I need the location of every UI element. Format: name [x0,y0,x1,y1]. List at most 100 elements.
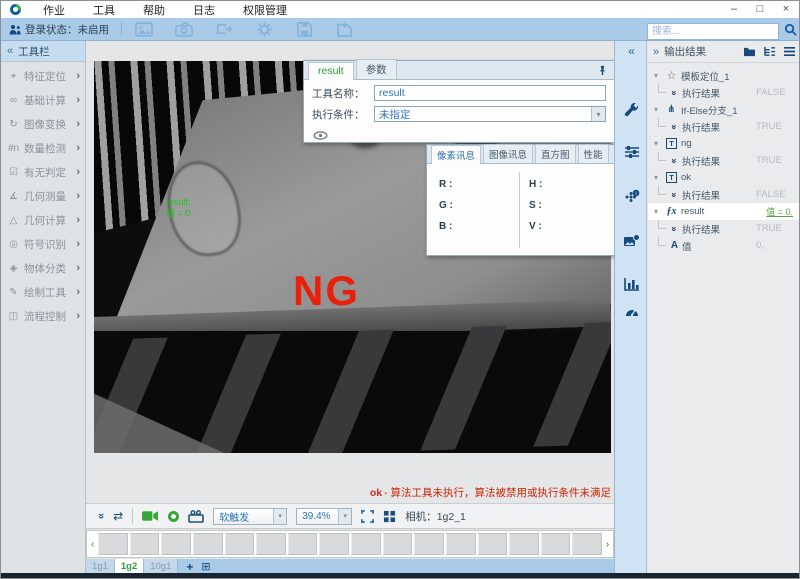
tree-node-If-Else分支_1[interactable]: ▾⋔If-Else分支_1 [648,101,800,118]
frame-thumbnail[interactable] [509,533,539,555]
add-flow-button[interactable]: + [178,559,201,574]
save-as-icon [334,21,354,37]
frame-thumbnail[interactable] [414,533,444,555]
menu-item-2[interactable]: 帮助 [143,2,165,18]
menu-item-4[interactable]: 权限管理 [243,2,287,18]
frame-thumbnail[interactable] [225,533,255,555]
menu-item-1[interactable]: 工具 [93,2,115,18]
tree-node-ng[interactable]: ▾Tng [648,135,800,152]
menu-item-3[interactable]: 日志 [193,2,215,18]
sidebar-item-basic-calc[interactable]: ∞基础计算› [1,88,85,112]
tree-view-icon[interactable] [763,46,776,57]
frame-thumbnail[interactable] [288,533,318,555]
sidebar-item-count-detect[interactable]: #n数量检测› [1,136,85,160]
frame-thumbnail[interactable] [98,533,128,555]
tree-node-模板定位_1[interactable]: ▾☆模板定位_1 [648,67,800,84]
bar-chart-icon[interactable] [615,277,648,291]
close-button[interactable]: × [779,4,793,15]
tab-image-info[interactable]: 图像讯息 [483,144,533,163]
caret-down-icon[interactable]: ▾ [654,173,664,182]
sidebar-item-object-classify[interactable]: ◈物体分类› [1,256,85,280]
tree-child-执行结果[interactable]: »执行结果FALSE [648,84,800,101]
caret-down-icon[interactable]: ▾ [654,207,664,216]
minimize-button[interactable]: – [727,4,741,15]
wrench-icon[interactable] [615,103,648,119]
sidebar-item-geometry-measure[interactable]: ∡几何测量› [1,184,85,208]
maximize-button[interactable]: □ [753,4,767,15]
frame-thumbnail[interactable] [541,533,571,555]
user-icon [9,24,21,35]
tab-params[interactable]: 参数 [356,59,397,79]
tab-histogram[interactable]: 直方图 [535,144,576,163]
pin-icon[interactable] [597,65,608,76]
sidebar-item-geometry-calc[interactable]: △几何计算› [1,208,85,232]
sliders-icon[interactable] [615,145,648,159]
sidebar-item-flow-control[interactable]: ◫流程控制› [1,304,85,328]
process-info-icon[interactable]: i [615,189,648,205]
frame-thumbnail[interactable] [572,533,602,555]
zoom-level-select[interactable]: 39.4% ▾ [296,508,352,525]
scroll-right-icon[interactable]: › [602,539,613,550]
menu-icon[interactable] [783,46,796,57]
tab-pixel-info[interactable]: 像素讯息 [431,145,481,164]
tool-name-input[interactable] [374,85,606,101]
frame-thumbnail[interactable] [351,533,381,555]
caret-down-icon[interactable]: ▾ [654,71,664,80]
collapse-panel-icon[interactable]: » [95,513,107,519]
value-type-icon: A [669,240,680,251]
multi-view-grid-icon[interactable] [383,510,396,523]
tree-child-值[interactable]: A值0, [648,237,800,254]
frame-thumbnail[interactable] [130,533,160,555]
gauge-icon[interactable] [615,305,648,317]
search-input[interactable] [647,23,779,40]
flow-tab-1g1[interactable]: 1g1 [86,559,115,574]
swap-source-icon[interactable]: ⇄ [113,509,123,523]
eye-icon[interactable] [313,131,328,140]
sidebar-item-draw-tools[interactable]: ✎绘制工具› [1,280,85,304]
caret-down-icon[interactable]: ▾ [654,139,664,148]
tree-node-result[interactable]: ▾ƒxresult值 = 0. [648,203,800,220]
scroll-left-icon[interactable]: ‹ [87,539,98,550]
trigger-mode-select[interactable]: 软触发 ▾ [213,508,287,525]
collapse-sidebar-icon[interactable]: « [7,45,13,57]
exec-condition-select[interactable]: 未指定 ▾ [374,106,606,122]
tab-result[interactable]: result [308,62,354,80]
tree-node-ok[interactable]: ▾Tok [648,169,800,186]
frame-thumbnail[interactable] [383,533,413,555]
tree-child-执行结果[interactable]: »执行结果TRUE [648,152,800,169]
frame-thumbnail[interactable] [478,533,508,555]
sidebar-item-image-transform[interactable]: ↻图像变换› [1,112,85,136]
expand-panel-icon[interactable]: » [653,46,659,58]
folder-icon[interactable] [743,46,756,57]
sidebar-item-presence-check[interactable]: ☑有无判定› [1,160,85,184]
flow-grid-icon[interactable]: ⊞ [201,559,210,574]
output-panel-header: » 输出结果 [648,41,800,63]
live-camera-icon[interactable] [142,510,159,522]
chevron-right-icon: › [76,310,80,322]
frame-thumbnail[interactable] [319,533,349,555]
frame-thumbnail[interactable] [193,533,223,555]
sidebar-item-feature-locate[interactable]: ⌖特征定位› [1,64,85,88]
film-run-icon[interactable] [188,510,204,523]
flow-tab-bar: 1g11g210g1+⊞ [86,559,614,574]
image-info-icon[interactable] [615,233,648,248]
search-icon[interactable] [784,23,797,36]
sidebar-item-symbol-recognition[interactable]: ◎符号识别› [1,232,85,256]
frame-thumbnail[interactable] [256,533,286,555]
flow-tab-1g2[interactable]: 1g2 [115,559,144,574]
tree-child-执行结果[interactable]: »执行结果TRUE [648,220,800,237]
record-stop-icon[interactable] [168,511,179,522]
fit-view-icon[interactable] [361,510,374,523]
menu-item-0[interactable]: 作业 [43,2,65,18]
collapse-strip-icon[interactable]: « [615,44,648,58]
tree-connector [658,186,666,195]
flow-tab-10g1[interactable]: 10g1 [144,559,178,574]
frame-thumbnail[interactable] [446,533,476,555]
frame-thumbnail[interactable] [161,533,191,555]
tab-performance[interactable]: 性能 [578,144,609,163]
sidebar-item-label: 基础计算 [24,93,76,108]
sidebar-list: ⌖特征定位›∞基础计算›↻图像变换›#n数量检测›☑有无判定›∡几何测量›△几何… [1,62,85,330]
caret-down-icon[interactable]: ▾ [654,105,664,114]
tree-child-执行结果[interactable]: »执行结果FALSE [648,186,800,203]
tree-child-执行结果[interactable]: »执行结果TRUE [648,118,800,135]
